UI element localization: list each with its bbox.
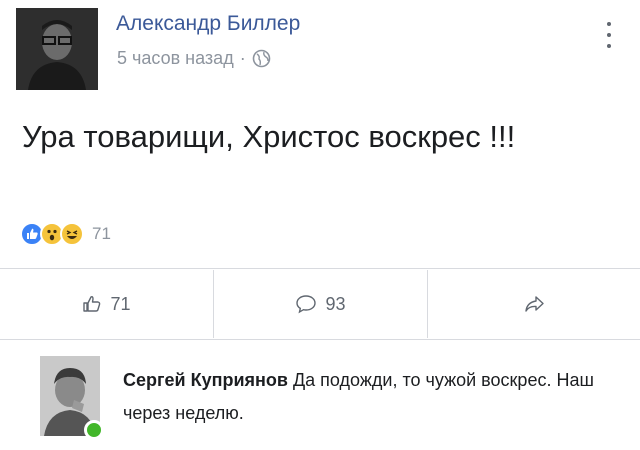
like-count: 71 bbox=[110, 293, 131, 314]
like-button[interactable]: 71 bbox=[0, 270, 213, 338]
meta-separator: · bbox=[239, 48, 246, 68]
author-avatar[interactable] bbox=[16, 8, 98, 90]
thumbs-up-icon bbox=[83, 296, 101, 312]
haha-reaction-icon bbox=[60, 222, 84, 246]
action-bar: 71 93 bbox=[0, 270, 640, 338]
comment-body: Сергей Куприянов Да подожди, то чужой во… bbox=[123, 364, 623, 430]
comment-author[interactable]: Сергей Куприянов bbox=[123, 370, 288, 390]
post-text: Ура товарищи, Христос воскрес !!! bbox=[22, 119, 516, 154]
divider bbox=[0, 339, 640, 340]
post-author-name[interactable]: Александр Биллер bbox=[116, 12, 300, 36]
more-vertical-icon[interactable] bbox=[602, 18, 616, 52]
globe-icon bbox=[252, 49, 271, 68]
post-meta: 5 часов назад · bbox=[117, 48, 271, 69]
share-button[interactable] bbox=[428, 270, 640, 338]
divider bbox=[0, 268, 640, 269]
comment-count: 93 bbox=[325, 293, 346, 314]
share-arrow-icon bbox=[525, 296, 544, 312]
comment-bubble-icon bbox=[296, 295, 317, 314]
post-header: Александр Биллер 5 часов назад · bbox=[0, 0, 640, 100]
comment-button[interactable]: 93 bbox=[214, 270, 427, 338]
reactions-summary[interactable]: 71 bbox=[20, 220, 111, 248]
reactions-count: 71 bbox=[92, 224, 111, 243]
post-time[interactable]: 5 часов назад bbox=[117, 48, 234, 69]
online-status-dot bbox=[84, 420, 104, 440]
